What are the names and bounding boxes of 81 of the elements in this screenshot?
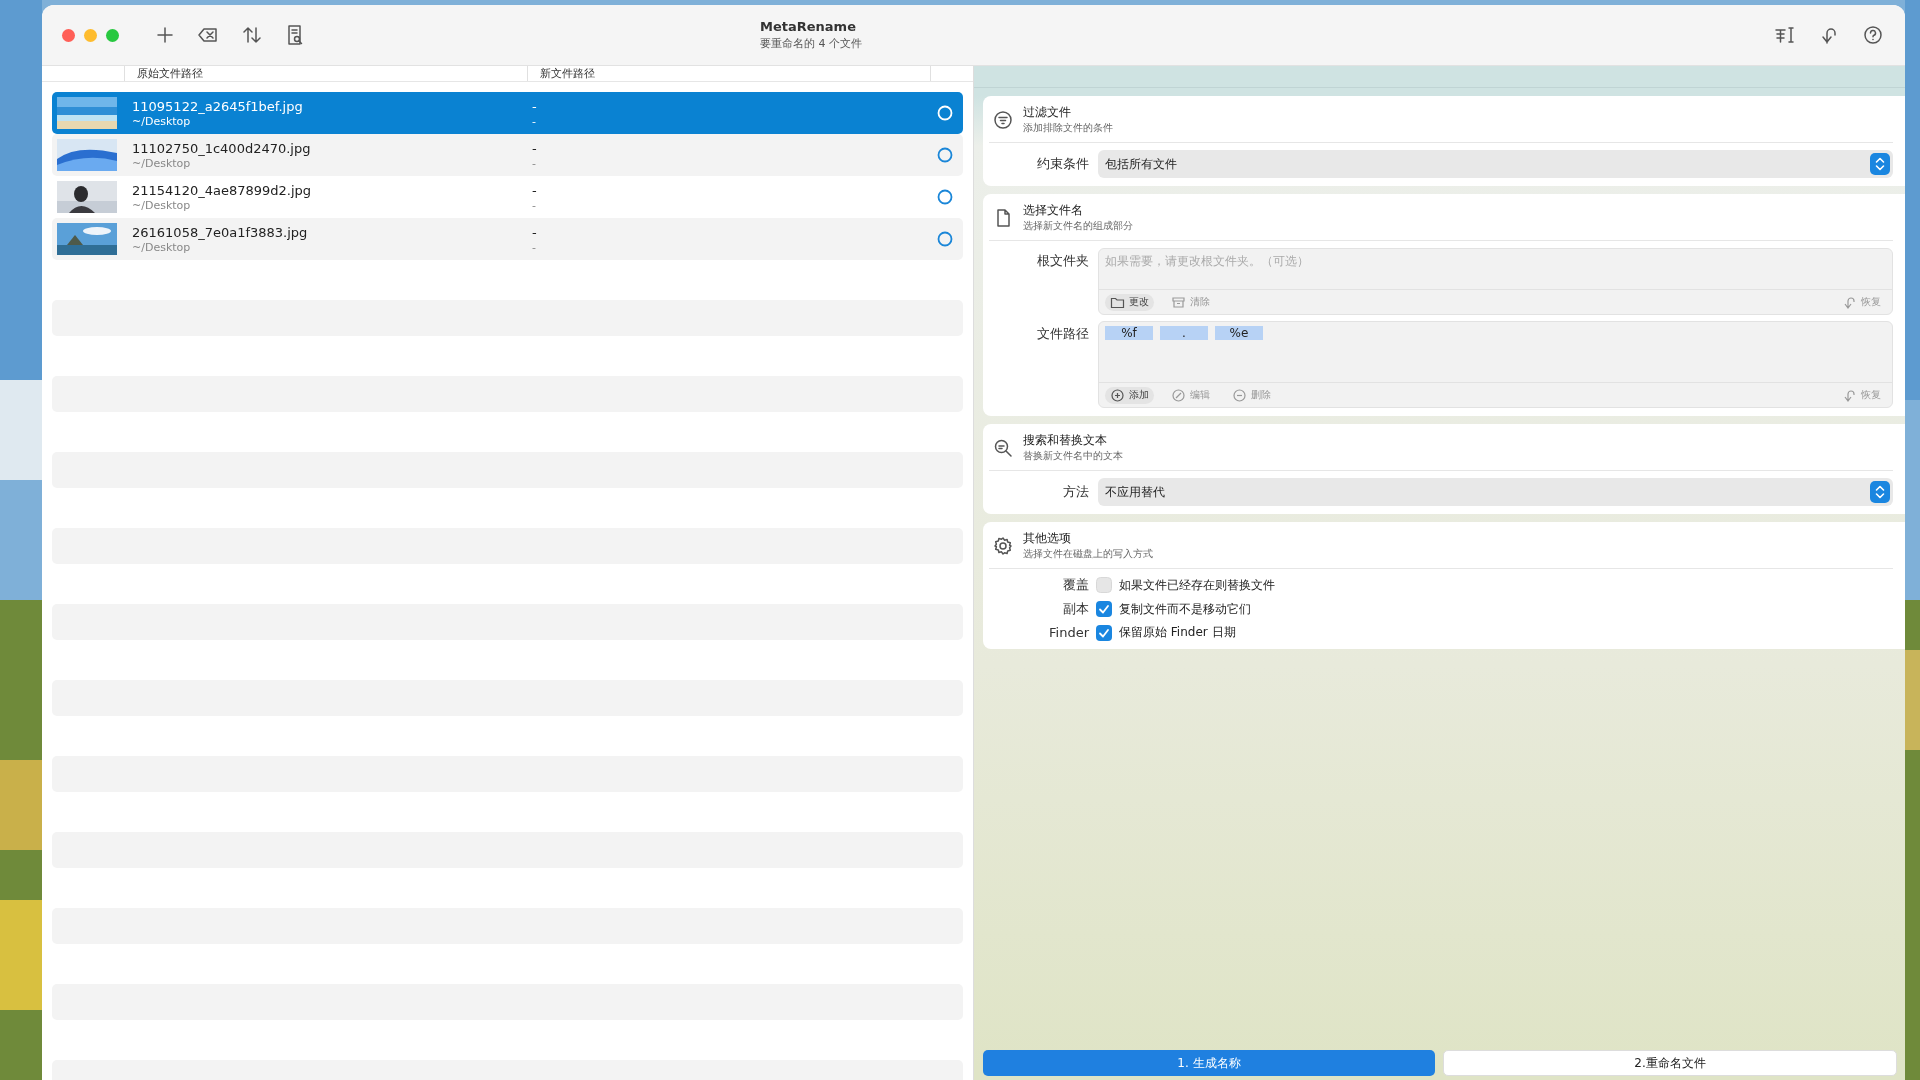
undo-icon: [1843, 295, 1857, 309]
field-label: 副本: [1062, 600, 1089, 618]
status-circle-icon: [937, 105, 953, 121]
sort-icon[interactable]: [241, 25, 263, 45]
checkbox-label: 复制文件而不是移动它们: [1119, 600, 1251, 618]
checkbox[interactable]: [1096, 601, 1112, 617]
file-row[interactable]: 11095122_a2645f1bef.jpg ~/Desktop - -: [52, 92, 963, 134]
remove-circle-icon: [1232, 387, 1247, 403]
filter-icon: [993, 109, 1013, 130]
file-row[interactable]: 11102750_1c400d2470.jpg ~/Desktop - -: [52, 134, 963, 176]
section-title: 其他选项: [1023, 530, 1072, 547]
edit-circle-icon: [1171, 387, 1186, 403]
section-subtitle: 替换新文件名中的文本: [1023, 449, 1123, 463]
dropdown[interactable]: 包括所有文件: [1098, 150, 1893, 178]
zoom-button[interactable]: [106, 28, 119, 42]
status-circle-icon: [937, 147, 953, 163]
new-file-name: -: [532, 182, 538, 198]
undo-icon[interactable]: [1819, 25, 1839, 45]
section-title: 搜索和替换文本: [1023, 432, 1108, 449]
section-subtitle: 选择新文件名的组成部分: [1023, 219, 1133, 233]
action-button[interactable]: 1. 生成名称: [983, 1050, 1435, 1076]
add-circle-icon: [1110, 387, 1125, 403]
file-name: 11102750_1c400d2470.jpg: [132, 140, 312, 156]
new-file-name: -: [532, 140, 538, 156]
search-icon: [993, 437, 1013, 458]
file-folder: ~/Desktop: [132, 198, 192, 212]
file-name: 26161058_7e0a1f3883.jpg: [132, 224, 309, 240]
file-row[interactable]: 21154120_4ae87899d2.jpg ~/Desktop - -: [52, 176, 963, 218]
file-name: 21154120_4ae87899d2.jpg: [132, 182, 313, 198]
chevron-updown-icon[interactable]: [1870, 153, 1890, 175]
field-label: 方法: [1062, 483, 1089, 501]
file-name: 11095122_a2645f1bef.jpg: [132, 98, 304, 114]
dropdown[interactable]: 不应用替代: [1098, 478, 1893, 506]
checkbox[interactable]: [1096, 577, 1112, 593]
help-icon[interactable]: [1863, 25, 1883, 45]
column-header[interactable]: 新文件路径: [528, 66, 931, 81]
column-header[interactable]: 原始文件路径: [125, 66, 528, 81]
section-title: 选择文件名: [1023, 202, 1084, 219]
new-file-folder: -: [532, 240, 537, 254]
action-button[interactable]: 添加: [1105, 386, 1154, 404]
file-folder: ~/Desktop: [132, 114, 192, 128]
trash-icon: [1171, 294, 1186, 310]
field-label: 覆盖: [1062, 576, 1089, 594]
section-subtitle: 选择文件在磁盘上的写入方式: [1023, 547, 1153, 561]
chevron-updown-icon[interactable]: [1870, 481, 1890, 503]
document-search-icon[interactable]: [285, 24, 305, 46]
section-title: 过滤文件: [1023, 104, 1072, 121]
token-chip[interactable]: .: [1160, 326, 1208, 340]
window-subtitle: 要重命名的 4 个文件: [760, 36, 862, 51]
action-button[interactable]: 更改: [1105, 293, 1154, 311]
gear-icon: [993, 535, 1013, 556]
action-button[interactable]: 2.重命名文件: [1443, 1050, 1897, 1076]
file-folder: ~/Desktop: [132, 156, 192, 170]
status-circle-icon: [937, 231, 953, 247]
checkbox-label: 如果文件已经存在则替换文件: [1119, 576, 1275, 594]
delete-icon[interactable]: [197, 25, 219, 45]
field-label: Finder: [1048, 625, 1089, 640]
new-file-name: -: [532, 224, 538, 240]
undo-icon: [1843, 388, 1857, 402]
checkbox-label: 保留原始 Finder 日期: [1119, 624, 1236, 641]
token-chip[interactable]: %f: [1105, 326, 1153, 340]
field-label: 文件路径: [1036, 325, 1089, 343]
token-chip[interactable]: %e: [1215, 326, 1263, 340]
field-label: 约束条件: [1036, 155, 1089, 173]
section-subtitle: 添加排除文件的条件: [1023, 121, 1113, 135]
status-circle-icon: [937, 189, 953, 205]
dropdown-value: 不应用替代: [1105, 483, 1165, 501]
file-folder: ~/Desktop: [132, 240, 192, 254]
placeholder-text: 如果需要，请更改根文件夹。（可选）: [1105, 253, 1309, 270]
new-file-folder: -: [532, 156, 537, 170]
window-title: MetaRename: [760, 19, 857, 34]
new-file-folder: -: [532, 114, 537, 128]
dropdown-value: 包括所有文件: [1105, 155, 1177, 173]
add-icon[interactable]: [155, 25, 175, 45]
text-cursor-icon[interactable]: [1773, 25, 1795, 45]
new-file-name: -: [532, 98, 538, 114]
field-label: 根文件夹: [1036, 252, 1089, 270]
close-button[interactable]: [62, 28, 75, 42]
new-file-folder: -: [532, 198, 537, 212]
file-row[interactable]: 26161058_7e0a1f3883.jpg ~/Desktop - -: [52, 218, 963, 260]
checkbox[interactable]: [1096, 624, 1112, 641]
